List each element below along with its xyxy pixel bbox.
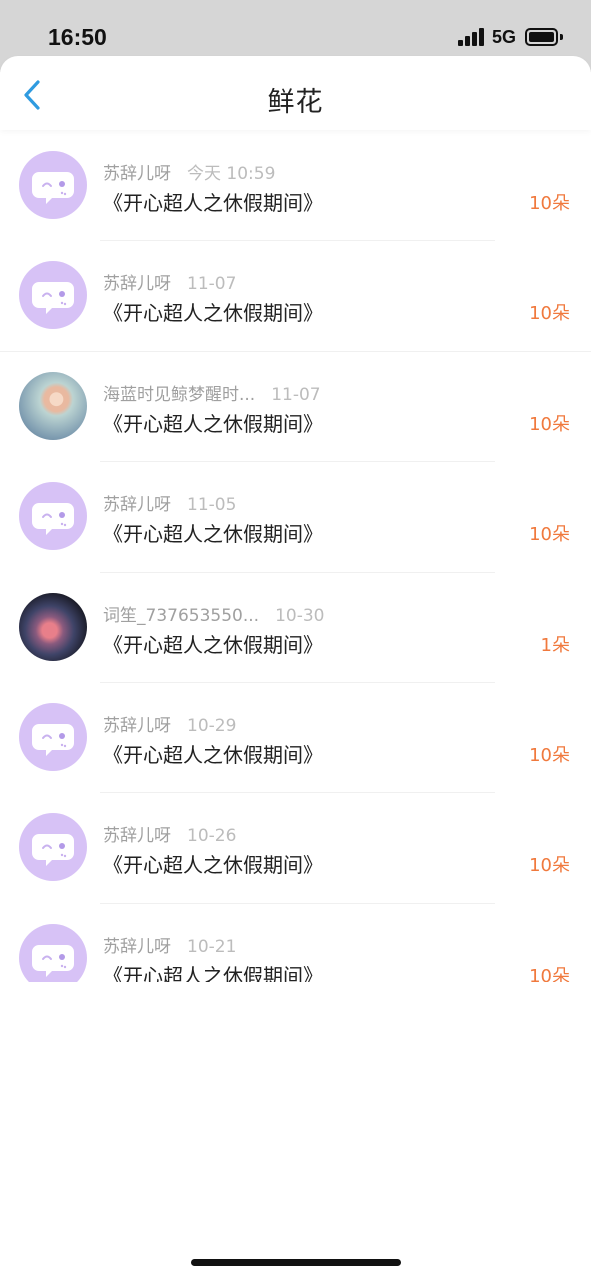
item-time: 10-26 <box>187 826 237 847</box>
work-title: 《开心超人之休假期间》 <box>103 301 323 326</box>
list-item[interactable]: 苏辞儿呀 11-07 《开心超人之休假期间》 10朵 <box>0 241 591 352</box>
list-item[interactable]: 词笙_737653550... 10-30 《开心超人之休假期间》 1朵 <box>0 573 591 683</box>
sender-name[interactable]: 苏辞儿呀 <box>103 716 171 736</box>
list-item[interactable]: 苏辞儿呀 10-26 《开心超人之休假期间》 10朵 <box>0 793 591 904</box>
home-indicator[interactable] <box>191 1259 401 1266</box>
sender-name[interactable]: 苏辞儿呀 <box>103 164 171 184</box>
battery-icon <box>525 28 563 46</box>
flower-amount: 10朵 <box>529 193 570 214</box>
item-time: 10-21 <box>187 936 237 957</box>
item-time: 10-29 <box>187 715 237 736</box>
status-time: 16:50 <box>48 24 107 50</box>
network-label: 5G <box>492 27 517 47</box>
item-meta: 词笙_737653550... 10-30 <box>103 601 324 626</box>
work-title: 《开心超人之休假期间》 <box>103 522 323 547</box>
item-time: 11-07 <box>271 384 321 405</box>
sender-name[interactable]: 苏辞儿呀 <box>103 826 171 846</box>
item-meta: 苏辞儿呀 10-29 <box>103 711 236 736</box>
item-meta: 苏辞儿呀 今天 10:59 <box>103 159 275 184</box>
work-title: 《开心超人之休假期间》 <box>103 191 323 215</box>
item-meta: 苏辞儿呀 10-26 <box>103 821 236 846</box>
nav-bar: 鲜花 <box>0 56 591 130</box>
sender-name[interactable]: 苏辞儿呀 <box>103 937 171 957</box>
avatar[interactable] <box>19 923 87 982</box>
flower-amount: 10朵 <box>529 413 570 435</box>
avatar[interactable] <box>19 482 87 551</box>
flower-list: 苏辞儿呀 今天 10:59 《开心超人之休假期间》 10朵 苏辞儿呀 11-07 《开心超人… <box>0 131 591 982</box>
avatar[interactable] <box>19 813 87 882</box>
sender-name[interactable]: 苏辞儿呀 <box>103 495 171 515</box>
work-title: 《开心超人之休假期间》 <box>103 963 323 982</box>
work-title: 《开心超人之休假期间》 <box>103 632 323 657</box>
work-title: 《开心超人之休假期间》 <box>103 853 323 878</box>
item-time: 11-07 <box>187 274 237 295</box>
list-item[interactable]: 苏辞儿呀 11-05 《开心超人之休假期间》 10朵 <box>0 462 591 573</box>
flower-amount: 10朵 <box>529 524 570 546</box>
list-item[interactable]: 苏辞儿呀 10-29 《开心超人之休假期间》 10朵 <box>0 683 591 794</box>
avatar[interactable] <box>19 592 87 661</box>
page-title: 鲜花 <box>267 87 324 118</box>
list-item[interactable]: 海蓝时见鲸梦醒时... 11-07 《开心超人之休假期间》 10朵 <box>0 352 591 463</box>
flower-amount: 10朵 <box>529 965 570 982</box>
avatar[interactable] <box>19 151 87 219</box>
avatar[interactable] <box>19 371 87 440</box>
flower-amount: 10朵 <box>529 855 570 877</box>
item-meta: 苏辞儿呀 11-05 <box>103 490 236 515</box>
item-time: 10-30 <box>275 605 325 626</box>
sender-name[interactable]: 苏辞儿呀 <box>103 274 171 294</box>
work-title: 《开心超人之休假期间》 <box>103 411 323 436</box>
item-meta: 苏辞儿呀 10-21 <box>103 932 236 957</box>
item-time: 11-05 <box>187 495 237 516</box>
sender-name[interactable]: 海蓝时见鲸梦醒时... <box>103 385 255 405</box>
item-time: 今天 10:59 <box>187 164 276 184</box>
item-meta: 海蓝时见鲸梦醒时... 11-07 <box>103 380 321 405</box>
list-item[interactable]: 苏辞儿呀 10-21 《开心超人之休假期间》 10朵 <box>0 904 591 982</box>
signal-icon <box>458 28 486 46</box>
item-meta: 苏辞儿呀 11-07 <box>103 269 236 294</box>
sender-name[interactable]: 词笙_737653550... <box>103 606 259 626</box>
avatar[interactable] <box>19 261 87 330</box>
flower-amount: 1朵 <box>540 634 570 656</box>
flower-amount: 10朵 <box>529 744 570 766</box>
flower-amount: 10朵 <box>529 303 570 325</box>
work-title: 《开心超人之休假期间》 <box>103 742 323 767</box>
avatar[interactable] <box>19 702 87 771</box>
list-item[interactable]: 苏辞儿呀 今天 10:59 《开心超人之休假期间》 10朵 <box>0 131 591 242</box>
